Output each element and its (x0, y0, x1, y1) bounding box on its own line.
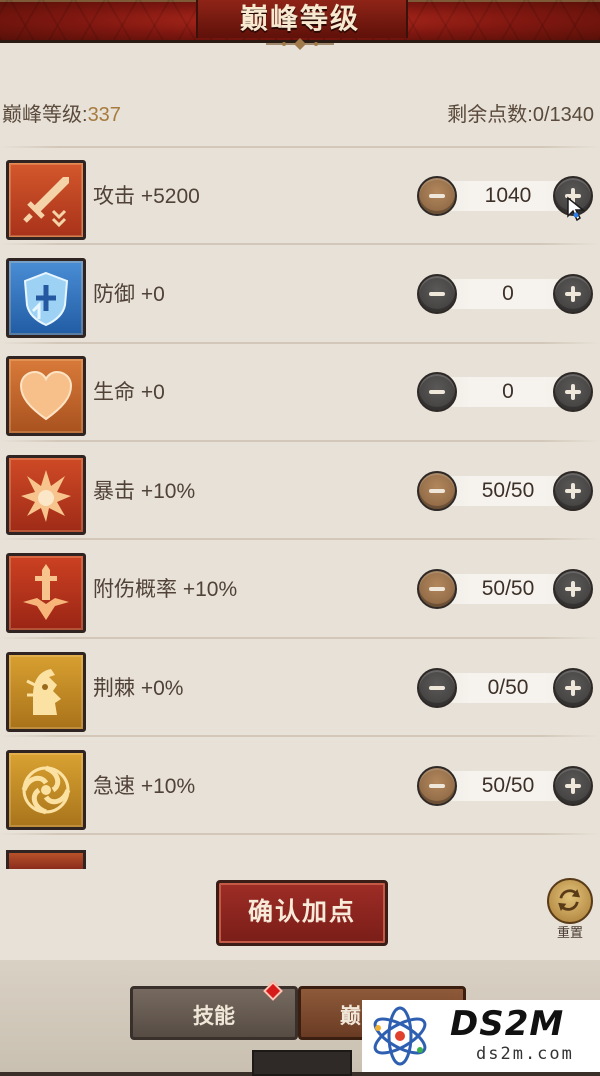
peak-level-label: 巅峰等级: (2, 104, 88, 126)
divider (0, 440, 600, 442)
decrease-button[interactable] (417, 274, 457, 314)
page-title: 巅峰等级 (239, 2, 360, 35)
confirm-points-button[interactable]: 确认加点 (216, 880, 388, 946)
attribute-row-haste: 急速 +10% 50/50 (0, 745, 600, 835)
attribute-row-crit: 暴击 +10% 50/50 (0, 450, 600, 540)
increase-button[interactable] (553, 766, 593, 806)
divider (0, 637, 600, 639)
divider (0, 833, 600, 835)
decrease-button[interactable] (417, 569, 457, 609)
decrease-button[interactable] (417, 372, 457, 412)
attribute-label: 附伤概率 +10% (93, 578, 238, 601)
attribute-row-extra-damage: 附伤概率 +10% 50/50 (0, 548, 600, 638)
reset-label: 重置 (556, 926, 583, 941)
remaining-points: 剩余点数:0/1340 (447, 104, 594, 126)
decrease-button[interactable] (417, 176, 457, 216)
attribute-label: 防御 +0 (93, 283, 165, 306)
next-attribute-icon (6, 850, 86, 869)
decrease-button[interactable] (417, 668, 457, 708)
atom-logo-icon (373, 1006, 427, 1066)
increase-button[interactable] (553, 372, 593, 412)
pointer-cursor-icon (567, 196, 586, 222)
bottom-slot (252, 1050, 352, 1076)
divider (0, 342, 600, 344)
explosion-icon (6, 455, 86, 535)
attribute-row-life: 生命 +0 0 (0, 351, 600, 441)
header-ornament-icon (266, 38, 334, 50)
watermark: DS2M ds2m.com (362, 1000, 600, 1072)
stepper-value: 0 (502, 282, 514, 305)
peak-level-value: 337 (87, 104, 121, 126)
refresh-icon (558, 889, 581, 912)
reset-button[interactable] (547, 878, 593, 924)
attribute-row-attack: 攻击 +5200 1040 (0, 155, 600, 245)
sword-icon (6, 160, 86, 240)
attribute-label: 生命 +0 (93, 381, 165, 404)
stepper-value: 0 (502, 380, 514, 403)
attribute-row-defense: 防御 +0 0 (0, 253, 600, 343)
attribute-label: 荆棘 +0% (93, 677, 184, 700)
watermark-brand: DS2M (450, 1004, 565, 1044)
stepper-value: 50/50 (481, 577, 535, 600)
attribute-label: 暴击 +10% (93, 480, 196, 503)
stepper-value: 1040 (484, 184, 532, 207)
increase-button[interactable] (553, 274, 593, 314)
attribute-row-thorns: 荆棘 +0% 0/50 (0, 647, 600, 737)
increase-button[interactable] (553, 668, 593, 708)
shield-icon (6, 258, 86, 338)
increase-button[interactable] (553, 471, 593, 511)
thorns-stepper: 0/50 (417, 667, 597, 709)
watermark-site: ds2m.com (476, 1044, 574, 1064)
thorn-creature-icon (6, 652, 86, 732)
attribute-label: 攻击 +5200 (93, 185, 200, 208)
level-summary: 巅峰等级:337 剩余点数:0/1340 (0, 98, 600, 128)
increase-button[interactable] (553, 569, 593, 609)
peak-level-text: 巅峰等级:337 (2, 98, 121, 127)
stepper-value: 50/50 (481, 774, 535, 797)
divider (0, 146, 600, 148)
decrease-button[interactable] (417, 766, 457, 806)
stepper-value: 0/50 (487, 676, 529, 699)
swirl-icon (6, 750, 86, 830)
dagger-burst-icon (6, 553, 86, 633)
peak-level-screen: 巅峰等级 巅峰等级:337 剩余点数:0/1340 攻击 +5200 1040 (0, 0, 600, 1076)
divider (0, 735, 600, 737)
decrease-button[interactable] (417, 471, 457, 511)
extra-damage-stepper: 50/50 (417, 568, 597, 610)
stepper-value: 50/50 (481, 479, 535, 502)
divider (0, 243, 600, 245)
crit-stepper: 50/50 (417, 470, 597, 512)
defense-stepper: 0 (417, 273, 597, 315)
heart-icon (6, 356, 86, 436)
attribute-label: 急速 +10% (93, 775, 196, 798)
life-stepper: 0 (417, 371, 597, 413)
haste-stepper: 50/50 (417, 765, 597, 807)
divider (0, 538, 600, 540)
